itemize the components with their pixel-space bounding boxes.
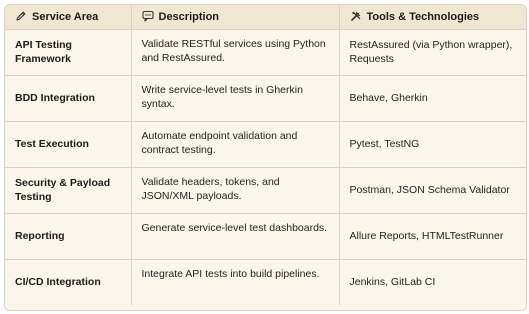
cell-description: Validate RESTful services using Python a… (131, 29, 340, 76)
speech-bubble-icon (141, 10, 154, 22)
cell-tools: Behave, Gherkin (339, 75, 526, 122)
header-service-area: Service Area (5, 5, 132, 30)
cell-tools: Postman, JSON Schema Validator (339, 167, 526, 214)
header-tools: Tools & Technologies (339, 5, 526, 30)
services-table-container: Service Area Description Tools & Technol… (4, 4, 527, 311)
cell-service-area: Reporting (5, 213, 132, 260)
cell-tools: Pytest, TestNG (339, 121, 526, 168)
cell-service-area: API Testing Framework (5, 29, 132, 76)
cell-tools: Jenkins, GitLab CI (349, 276, 436, 289)
pen-icon (15, 10, 27, 22)
cell-tools: RestAssured (via Python wrapper), Reques… (339, 29, 526, 76)
header-label: Tools & Technologies (366, 11, 480, 24)
table-row: BDD Integration Write service-level test… (5, 75, 526, 122)
tools-icon (350, 10, 362, 22)
cell-description: Integrate API tests into build pipelines… (131, 259, 340, 305)
table-header-row: Service Area Description Tools & Technol… (5, 5, 526, 30)
header-label: Service Area (32, 11, 99, 24)
cell-service-area: BDD Integration (5, 75, 132, 122)
cell-service-area: Test Execution (5, 121, 132, 168)
cell-description: Validate headers, tokens, and JSON/XML p… (131, 167, 340, 214)
header-label: Description (158, 11, 220, 24)
table-row: API Testing Framework Validate RESTful s… (5, 29, 526, 76)
cell-description: Automate endpoint validation and contrac… (131, 121, 340, 168)
table-row: Security & Payload Testing Validate head… (5, 167, 526, 214)
cell-description: Write service-level tests in Gherkin syn… (131, 75, 340, 122)
cell-service-area: CI/CD Integration (5, 259, 132, 305)
table-row: Test Execution Automate endpoint validat… (5, 121, 526, 168)
header-description: Description (131, 5, 340, 30)
cell-description: Generate service-level test dashboards. (131, 213, 340, 260)
table-row: CI/CD Integration Integrate API tests in… (5, 259, 526, 305)
services-table: Service Area Description Tools & Technol… (5, 5, 526, 305)
cell-tools: Allure Reports, HTMLTestRunner (339, 213, 526, 260)
table-row: Reporting Generate service-level test da… (5, 213, 526, 260)
cell-service-area: Security & Payload Testing (5, 167, 132, 214)
